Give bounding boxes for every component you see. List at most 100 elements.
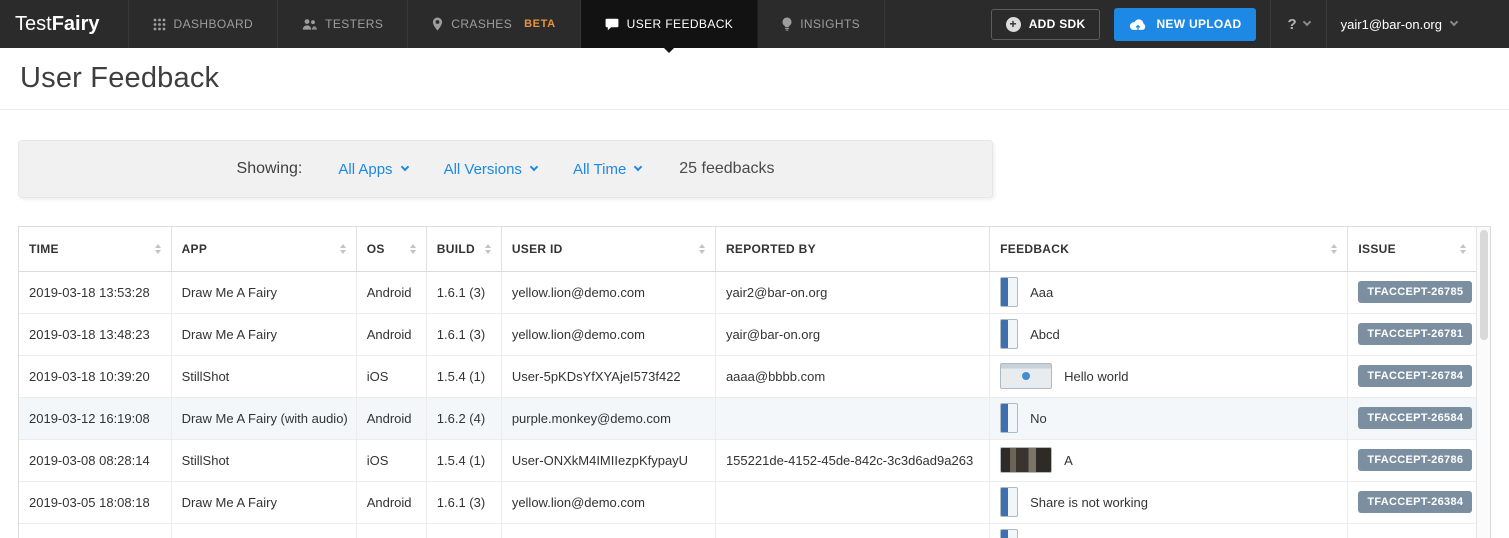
column-header-time[interactable]: TIME [19, 227, 171, 271]
feedback-thumbnail[interactable] [1000, 363, 1052, 389]
chevron-down-icon [400, 163, 408, 171]
feedback-text: Hello world [1064, 369, 1128, 384]
column-header-build[interactable]: BUILD [426, 227, 501, 271]
dashboard-grid-icon [153, 18, 166, 31]
issue-badge[interactable]: TFACCEPT-26384 [1358, 491, 1472, 513]
feedback-thumbnail[interactable] [1000, 487, 1018, 517]
cell-feedback: Share is not working [990, 481, 1348, 523]
sort-icon[interactable] [699, 244, 705, 254]
feedback-thumbnail[interactable] [1000, 529, 1018, 538]
new-upload-label: NEW UPLOAD [1156, 17, 1241, 31]
feedback-row[interactable]: 2019-03-12 16:19:08Draw Me A Fairy (with… [19, 397, 1476, 439]
nav-item-label: TESTERS [325, 17, 383, 31]
feedback-text: No [1030, 411, 1047, 426]
cell-build: 1.6.1 (3) [426, 313, 501, 355]
column-label: FEEDBACK [1000, 242, 1069, 256]
feedback-row[interactable]: 2019-03-18 13:53:28Draw Me A FairyAndroi… [19, 271, 1476, 313]
help-icon: ? [1287, 16, 1296, 33]
nav-item-crashes[interactable]: CRASHES BETA [408, 0, 580, 48]
cell-app: StillShot [171, 439, 356, 481]
cell-user-id: yellow.lion@demo.com [501, 313, 715, 355]
apps-filter-dropdown[interactable]: All Apps [338, 161, 407, 178]
issue-badge[interactable]: TFACCEPT-26785 [1358, 281, 1472, 303]
feedback-row[interactable]: 2019-03-18 10:39:20StillShotiOS1.5.4 (1)… [19, 355, 1476, 397]
cell-reported-by [715, 397, 989, 439]
cell-time: 2019-03-08 08:28:14 [19, 439, 171, 481]
issue-badge[interactable]: TFACCEPT-26784 [1358, 365, 1472, 387]
cell-app [171, 523, 356, 538]
time-filter-dropdown[interactable]: All Time [573, 161, 641, 178]
cell-build [426, 523, 501, 538]
column-header-os[interactable]: OS [356, 227, 426, 271]
time-filter-value: All Time [573, 161, 626, 178]
cell-issue: TFACCEPT-26384 [1348, 481, 1476, 523]
beta-badge: BETA [524, 18, 556, 30]
column-header-issue[interactable]: ISSUE [1348, 227, 1476, 271]
feedback-thumbnail[interactable] [1000, 277, 1018, 307]
issue-badge[interactable]: TFACCEPT-26584 [1358, 407, 1472, 429]
add-sdk-button[interactable]: + ADD SDK [991, 9, 1101, 40]
new-upload-button[interactable]: NEW UPLOAD [1114, 8, 1256, 41]
testfairy-logo[interactable]: TestFairy [0, 0, 128, 48]
scrollbar-thumb[interactable] [1480, 230, 1488, 340]
top-navbar: TestFairy DASHBOARD TESTERS CRASHES BETA USE… [0, 0, 1509, 48]
column-header-feedback[interactable]: FEEDBACK [990, 227, 1348, 271]
issue-badge[interactable]: TFACCEPT-26786 [1358, 449, 1472, 471]
cell-os: Android [356, 313, 426, 355]
feedback-row[interactable]: 2019-03-08 08:28:14StillShotiOS1.5.4 (1)… [19, 439, 1476, 481]
add-sdk-label: ADD SDK [1029, 17, 1086, 31]
feedback-row[interactable]: 2019-03-18 13:48:23Draw Me A FairyAndroi… [19, 313, 1476, 355]
table-scrollbar[interactable] [1476, 227, 1490, 538]
sort-icon[interactable] [1331, 244, 1337, 254]
column-label: REPORTED BY [726, 242, 816, 256]
main-nav: DASHBOARD TESTERS CRASHES BETA USER FEEDBACK… [128, 0, 886, 48]
cell-build: 1.5.4 (1) [426, 439, 501, 481]
column-label: OS [367, 242, 385, 256]
cell-app: Draw Me A Fairy [171, 313, 356, 355]
cell-build: 1.6.2 (4) [426, 397, 501, 439]
feedback-row[interactable]: 2019-03-05 18:08:18Draw Me A FairyAndroi… [19, 481, 1476, 523]
chevron-down-icon [634, 163, 642, 171]
cell-reported-by [715, 481, 989, 523]
issue-badge[interactable]: TFACCEPT-26781 [1358, 323, 1472, 345]
sort-icon[interactable] [485, 244, 491, 254]
cell-user-id: yellow.lion@demo.com [501, 481, 715, 523]
nav-item-dashboard[interactable]: DASHBOARD [128, 0, 279, 48]
cell-issue [1348, 523, 1476, 538]
column-header-user-id[interactable]: USER ID [501, 227, 715, 271]
feedback-text: Aaa [1030, 285, 1053, 300]
feedback-thumbnail[interactable] [1000, 447, 1052, 473]
sort-icon[interactable] [410, 244, 416, 254]
cell-user-id [501, 523, 715, 538]
sort-icon[interactable] [155, 244, 161, 254]
cell-feedback: Hello world [990, 355, 1348, 397]
column-label: USER ID [512, 242, 563, 256]
nav-item-label: CRASHES [451, 17, 512, 31]
sort-icon[interactable] [340, 244, 346, 254]
user-menu[interactable]: yair1@bar-on.org [1341, 17, 1457, 32]
cell-feedback: A [990, 439, 1348, 481]
feedback-thumbnail[interactable] [1000, 403, 1018, 433]
column-header-app[interactable]: APP [171, 227, 356, 271]
nav-item-user-feedback[interactable]: USER FEEDBACK [581, 0, 759, 48]
cell-os [356, 523, 426, 538]
versions-filter-dropdown[interactable]: All Versions [444, 161, 537, 178]
title-bar: User Feedback [0, 48, 1509, 110]
nav-item-testers[interactable]: TESTERS [278, 0, 408, 48]
chevron-down-icon [1302, 18, 1310, 26]
table-header-row: TIMEAPP OS BUILD USER ID REPORTED BY FEEDBACK… [19, 227, 1476, 271]
crashes-pin-icon [432, 17, 443, 31]
nav-item-insights[interactable]: INSIGHTS [758, 0, 885, 48]
cell-time [19, 523, 171, 538]
help-menu[interactable]: ? [1270, 0, 1326, 48]
apps-filter-value: All Apps [338, 161, 392, 178]
feedback-thumbnail[interactable] [1000, 319, 1018, 349]
cell-os: Android [356, 481, 426, 523]
logo-text-part1: Test [15, 13, 52, 36]
cell-reported-by: 155221de-4152-45de-842c-3c3d6ad9a263 [715, 439, 989, 481]
feedback-row[interactable] [19, 523, 1476, 538]
cell-issue: TFACCEPT-26785 [1348, 271, 1476, 313]
cell-feedback: Abcd [990, 313, 1348, 355]
feedback-text: Share is not working [1030, 495, 1148, 510]
sort-icon[interactable] [1460, 244, 1466, 254]
